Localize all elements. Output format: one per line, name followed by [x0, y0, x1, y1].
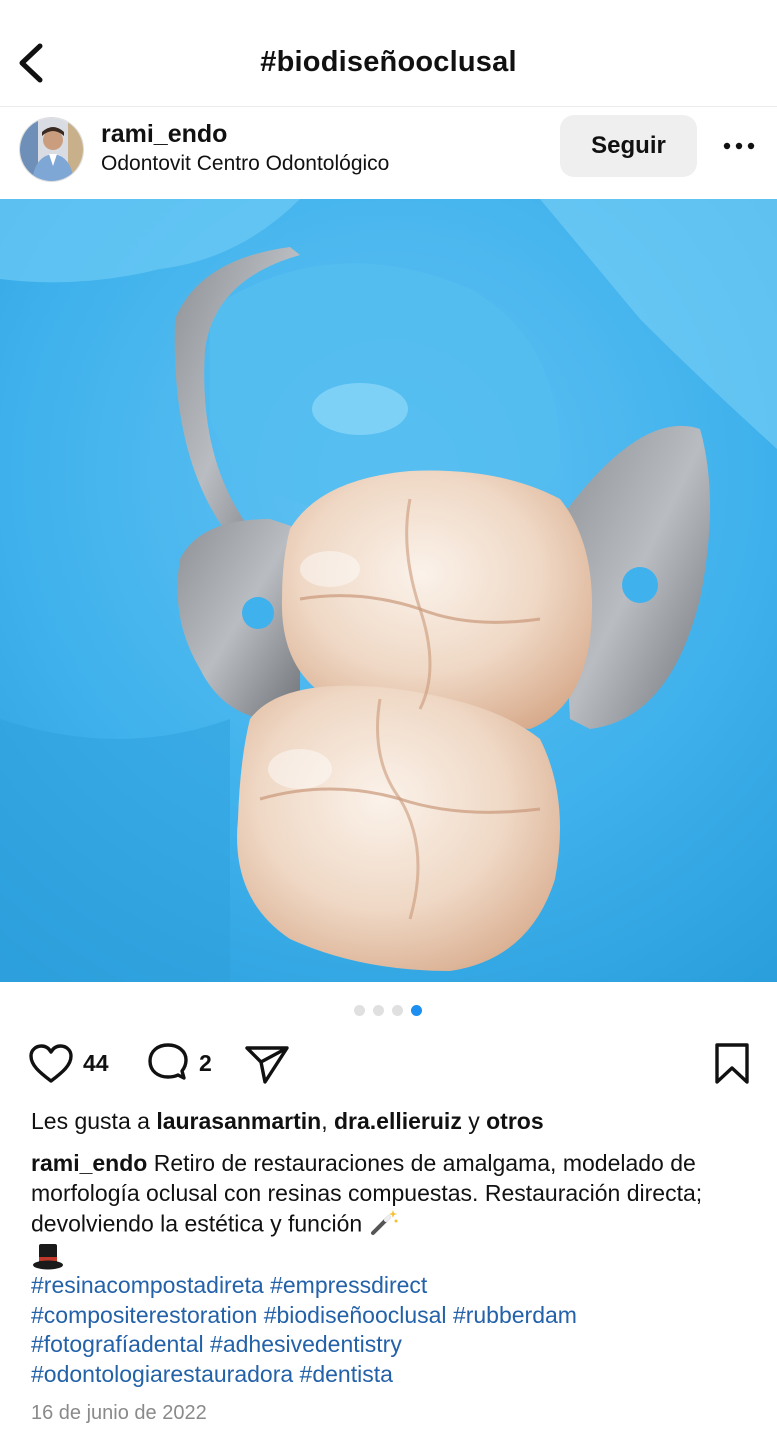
- carousel-dot: [373, 1005, 384, 1016]
- hashtag-link[interactable]: #compositerestoration: [31, 1302, 257, 1328]
- liked-by-user1[interactable]: laurasanmartin: [156, 1108, 321, 1134]
- save-bookmark-icon[interactable]: [710, 1040, 754, 1088]
- carousel-dot: [354, 1005, 365, 1016]
- like-heart-icon[interactable]: [27, 1040, 75, 1088]
- post-date: 16 de junio de 2022: [31, 1402, 207, 1424]
- liked-by-text: Les gusta a laurasanmartin, dra.ellierui…: [31, 1108, 544, 1135]
- post-username[interactable]: rami_endo: [101, 120, 227, 149]
- post-image[interactable]: [0, 199, 777, 982]
- hashtag-link[interactable]: #empressdirect: [270, 1272, 427, 1298]
- hashtag-link[interactable]: #fotografíadental: [31, 1331, 204, 1357]
- hashtag-link[interactable]: #dentista: [300, 1361, 393, 1387]
- liked-by-conjunction: y: [461, 1108, 487, 1134]
- avatar[interactable]: [19, 117, 84, 182]
- magic-wand-icon: [369, 1208, 399, 1243]
- share-send-icon[interactable]: [243, 1040, 291, 1088]
- carousel-dot: [392, 1005, 403, 1016]
- liked-by-user2[interactable]: dra.ellieruiz: [334, 1108, 462, 1134]
- hashtag-link[interactable]: #biodiseñooclusal: [264, 1302, 447, 1328]
- caption-username[interactable]: rami_endo: [31, 1150, 147, 1176]
- carousel-indicator: [354, 1005, 422, 1017]
- hashtag-list: #resinacompostadireta #empressdirect #co…: [31, 1271, 751, 1389]
- post-location[interactable]: Odontovit Centro Odontológico: [101, 152, 389, 176]
- liked-by-others[interactable]: otros: [486, 1108, 544, 1134]
- hashtag-link[interactable]: #resinacompostadireta: [31, 1272, 264, 1298]
- hashtag-link[interactable]: #adhesivedentistry: [210, 1331, 402, 1357]
- follow-button[interactable]: Seguir: [560, 115, 697, 177]
- likes-count: 44: [83, 1050, 109, 1076]
- liked-by-separator: ,: [321, 1108, 334, 1134]
- post-header: rami_endo Odontovit Centro Odontológico …: [0, 107, 777, 199]
- top-navigation-bar: #biodiseñooclusal: [0, 0, 777, 107]
- post-caption: rami_endo Retiro de restauraciones de am…: [31, 1148, 751, 1278]
- hashtag-link[interactable]: #odontologiarestauradora: [31, 1361, 293, 1387]
- comments-count: 2: [199, 1050, 212, 1076]
- hashtag-link[interactable]: #rubberdam: [453, 1302, 577, 1328]
- page-title: #biodiseñooclusal: [260, 46, 517, 78]
- post-action-bar: 44 2: [0, 1040, 777, 1090]
- comment-bubble-icon[interactable]: [144, 1040, 192, 1088]
- carousel-dot-active: [411, 1005, 422, 1016]
- more-options-icon[interactable]: [716, 127, 762, 167]
- liked-by-prefix: Les gusta a: [31, 1108, 157, 1134]
